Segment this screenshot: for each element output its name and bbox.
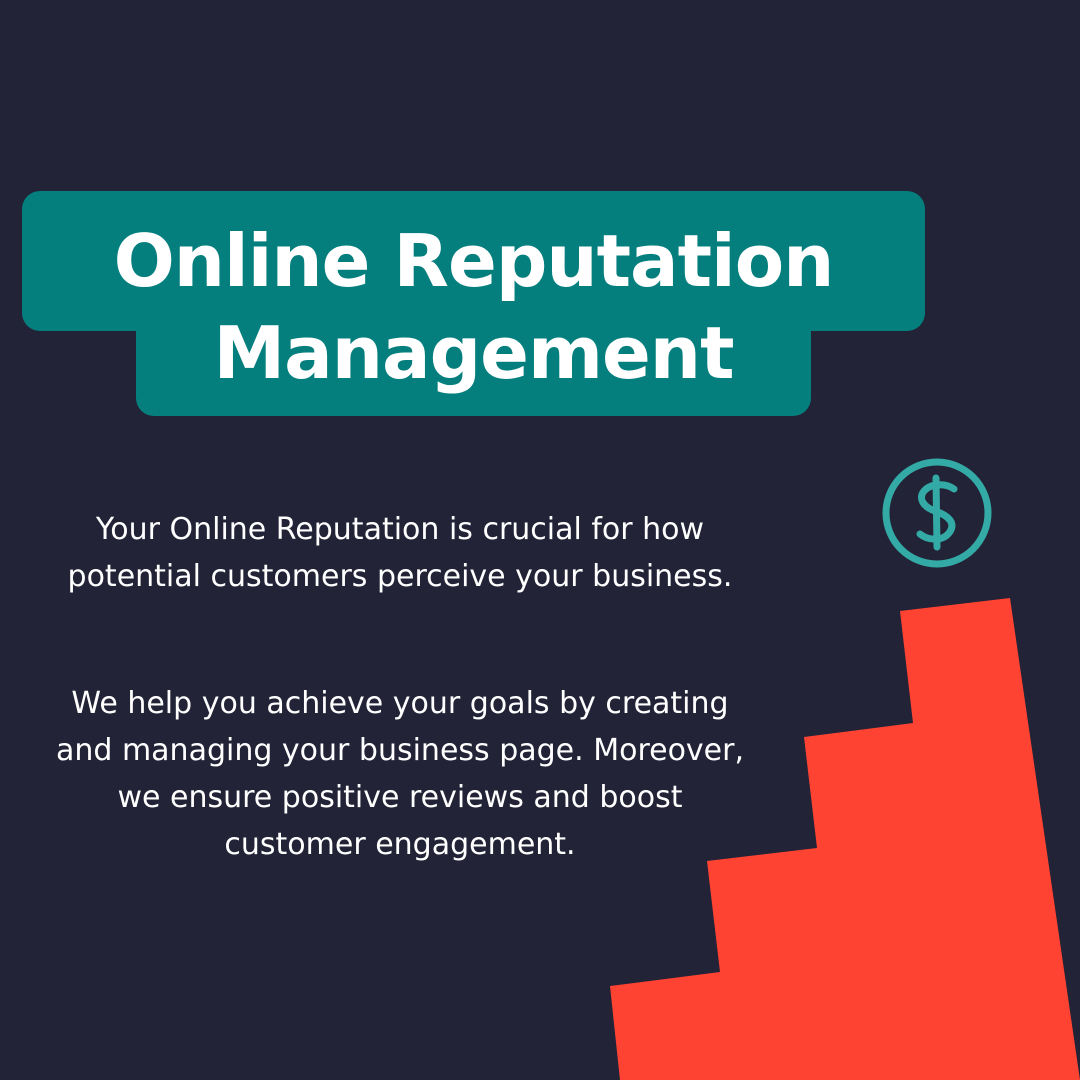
rising-steps-graphic	[610, 598, 1080, 1080]
